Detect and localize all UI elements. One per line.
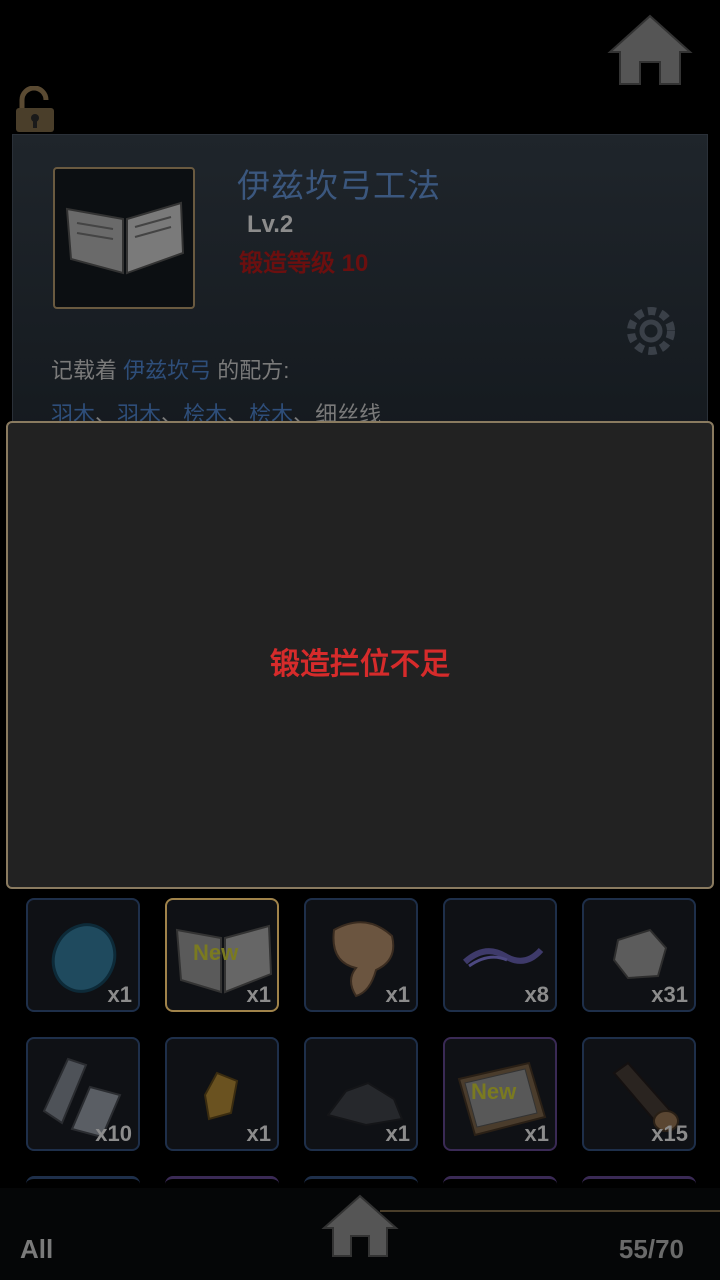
home-icon[interactable] bbox=[320, 1192, 400, 1260]
item-quantity: x1 bbox=[107, 982, 132, 1007]
home-icon[interactable] bbox=[606, 12, 694, 88]
tab-all[interactable]: All bbox=[20, 1234, 53, 1265]
material-item: 桧木 bbox=[183, 402, 228, 423]
item-quantity: x10 bbox=[95, 1121, 132, 1146]
item-quantity: x1 bbox=[524, 1121, 549, 1146]
alert-dialog[interactable]: 锻造拦位不足 bbox=[6, 421, 714, 889]
forge-level-requirement: 锻造等级 10 bbox=[239, 250, 369, 277]
inventory-slot[interactable]: New x1 bbox=[165, 898, 279, 1012]
item-quantity: x1 bbox=[385, 1121, 410, 1146]
materials-list: 羽木、羽木、桧木、桧木、细丝线 bbox=[51, 397, 381, 423]
inventory-slot[interactable]: x1 bbox=[26, 898, 140, 1012]
inventory-slot[interactable]: x31 bbox=[582, 898, 696, 1012]
inventory-slot[interactable]: x15 bbox=[582, 1037, 696, 1151]
inventory-slot-partial bbox=[443, 1176, 557, 1184]
description-item: 伊兹坎弓 bbox=[123, 358, 212, 383]
dialog-message: 锻造拦位不足 bbox=[270, 648, 450, 681]
material-item: 桧木 bbox=[249, 402, 294, 423]
open-book-icon bbox=[65, 201, 185, 275]
item-quantity: x8 bbox=[524, 982, 549, 1007]
inventory-slot[interactable]: New x1 bbox=[443, 1037, 557, 1151]
item-quantity: x31 bbox=[651, 982, 688, 1007]
inventory-slot[interactable]: x1 bbox=[304, 1037, 418, 1151]
inventory-slot[interactable]: x1 bbox=[165, 1037, 279, 1151]
material-separator: 、 bbox=[95, 402, 118, 423]
inventory-slot-partial bbox=[165, 1176, 279, 1184]
material-item: 羽木 bbox=[117, 402, 162, 423]
inventory-capacity: 55/70 bbox=[618, 1234, 684, 1264]
description-prefix: 记载着 bbox=[51, 358, 118, 383]
item-icon-frame bbox=[53, 167, 195, 309]
item-quantity: x1 bbox=[385, 982, 410, 1007]
new-badge: New bbox=[193, 940, 239, 965]
inventory-slot[interactable]: x1 bbox=[304, 898, 418, 1012]
material-item: 羽木 bbox=[51, 402, 96, 423]
inventory-slot[interactable]: x10 bbox=[26, 1037, 140, 1151]
inventory-slot[interactable]: x8 bbox=[443, 898, 557, 1012]
recipe-description: 记载着 伊兹坎弓 的配方: bbox=[51, 353, 289, 385]
item-quantity: x1 bbox=[246, 1121, 271, 1146]
material-item: 细丝线 bbox=[315, 402, 382, 423]
item-name: 伊兹坎弓工法 bbox=[237, 167, 441, 204]
item-quantity: x1 bbox=[246, 982, 271, 1007]
item-quantity: x15 bbox=[651, 1121, 688, 1146]
inventory-slot-partial bbox=[582, 1176, 696, 1184]
inventory-slot-partial bbox=[304, 1176, 418, 1184]
bottom-divider bbox=[380, 1210, 720, 1212]
description-suffix: 的配方: bbox=[217, 358, 290, 383]
item-detail-panel: 伊兹坎弓工法 Lv.2 锻造等级 10 记载着 伊兹坎弓 的配方: 羽木、羽木、… bbox=[12, 134, 708, 434]
inventory-slot-partial bbox=[26, 1176, 140, 1184]
material-separator: 、 bbox=[293, 402, 316, 423]
unlock-icon[interactable] bbox=[12, 86, 58, 134]
new-badge: New bbox=[471, 1079, 517, 1104]
item-level: Lv.2 bbox=[247, 211, 294, 238]
gear-icon[interactable] bbox=[621, 301, 681, 361]
material-separator: 、 bbox=[227, 402, 250, 423]
material-separator: 、 bbox=[161, 402, 184, 423]
